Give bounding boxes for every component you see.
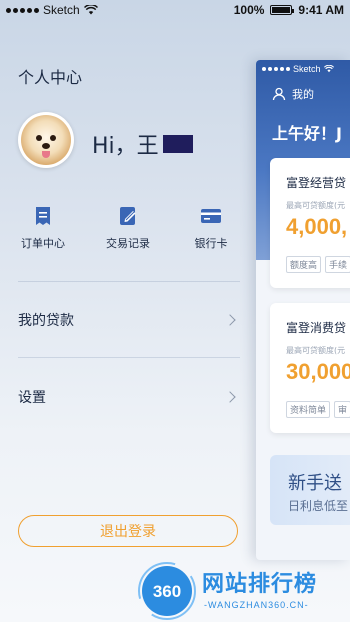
- loan-tag: 资料简单: [286, 401, 331, 418]
- watermark-logo-text: 360: [153, 582, 181, 601]
- status-bar: Sketch 100% 9:41 AM: [0, 0, 350, 20]
- loan-card-title: 富登消费贷: [286, 321, 347, 335]
- menu-item-order-center[interactable]: 订单中心: [8, 205, 78, 251]
- wifi-icon: [83, 5, 98, 15]
- loan-card-subtitle: 最高可贷额度(元: [286, 201, 346, 210]
- loan-card-amount: 4,000,: [286, 214, 348, 239]
- preview-user-label: 我的: [292, 88, 314, 101]
- preview-user-button[interactable]: 我的: [272, 86, 314, 102]
- user-icon: [272, 87, 286, 101]
- menu-item-bank-card[interactable]: 银行卡: [176, 205, 246, 251]
- watermark-logo: 360: [138, 562, 196, 620]
- menu-label-order-center: 订单中心: [21, 237, 65, 250]
- battery-percent: 100%: [233, 3, 265, 17]
- divider: [18, 281, 240, 282]
- status-left: Sketch: [6, 3, 98, 17]
- bank-card-icon: [201, 209, 221, 223]
- list-label-settings: 设置: [18, 390, 46, 406]
- list-label-my-loans: 我的贷款: [18, 313, 74, 329]
- preview-greeting: 上午好！J: [272, 124, 342, 143]
- page-title: 个人中心: [18, 68, 83, 87]
- transaction-record-icon: [120, 207, 136, 225]
- menu-label-transaction-record: 交易记录: [106, 237, 150, 250]
- logout-button[interactable]: 退出登录: [18, 515, 238, 547]
- watermark-subtext: -WANGZHAN360.CN-: [204, 600, 309, 610]
- signal-icon: [262, 67, 290, 71]
- status-right: 100% 9:41 AM: [234, 3, 344, 17]
- greeting-text: Hi，王: [92, 134, 159, 159]
- loan-card-consumer[interactable]: 富登消费贷 最高可贷额度(元 30,000 资料简单 审: [270, 303, 350, 433]
- loan-tag: 手续: [325, 256, 350, 273]
- loan-card-amount: 30,000: [286, 359, 350, 384]
- list-item-my-loans[interactable]: 我的贷款: [18, 308, 240, 332]
- avatar-image: [21, 115, 71, 165]
- menu-item-transaction-record[interactable]: 交易记录: [93, 205, 163, 251]
- promo-banner[interactable]: 新手送 日利息低至: [270, 455, 350, 525]
- divider: [18, 357, 240, 358]
- promo-title: 新手送: [288, 473, 342, 494]
- user-greeting: Hi，王: [92, 128, 193, 160]
- battery-icon: [270, 5, 295, 15]
- wifi-icon: [323, 65, 334, 73]
- avatar[interactable]: [18, 112, 74, 168]
- main-page-preview[interactable]: Sketch 我的 上午好！J 富登经营贷 最高可贷额度(元 4,000, 额度…: [256, 60, 350, 560]
- loan-card-tags: 额度高 手续: [286, 256, 350, 273]
- preview-status-bar: Sketch: [262, 64, 334, 74]
- loan-card-tags: 资料简单 审: [286, 401, 350, 418]
- order-icon: [36, 207, 50, 225]
- redacted-name: [162, 135, 193, 153]
- loan-card-title: 富登经营贷: [286, 176, 347, 190]
- chevron-right-icon: [224, 314, 236, 326]
- watermark: 360 网站排行榜 -WANGZHAN360.CN-: [138, 560, 350, 620]
- preview-carrier-label: Sketch: [293, 64, 321, 74]
- loan-tag: 审: [334, 401, 350, 418]
- loan-tag: 额度高: [286, 256, 322, 273]
- signal-icon: [6, 7, 39, 13]
- loan-card-business[interactable]: 富登经营贷 最高可贷额度(元 4,000, 额度高 手续: [270, 158, 350, 288]
- list-item-settings[interactable]: 设置: [18, 385, 240, 409]
- promo-subtitle: 日利息低至: [288, 499, 349, 513]
- loan-card-subtitle: 最高可贷额度(元: [286, 346, 346, 355]
- menu-label-bank-card: 银行卡: [194, 237, 228, 250]
- chevron-right-icon: [224, 391, 236, 403]
- quick-menu: 订单中心 交易记录 银行卡: [0, 205, 256, 255]
- carrier-label: Sketch: [43, 3, 80, 17]
- clock: 9:41 AM: [298, 3, 344, 17]
- watermark-text: 网站排行榜: [202, 572, 318, 597]
